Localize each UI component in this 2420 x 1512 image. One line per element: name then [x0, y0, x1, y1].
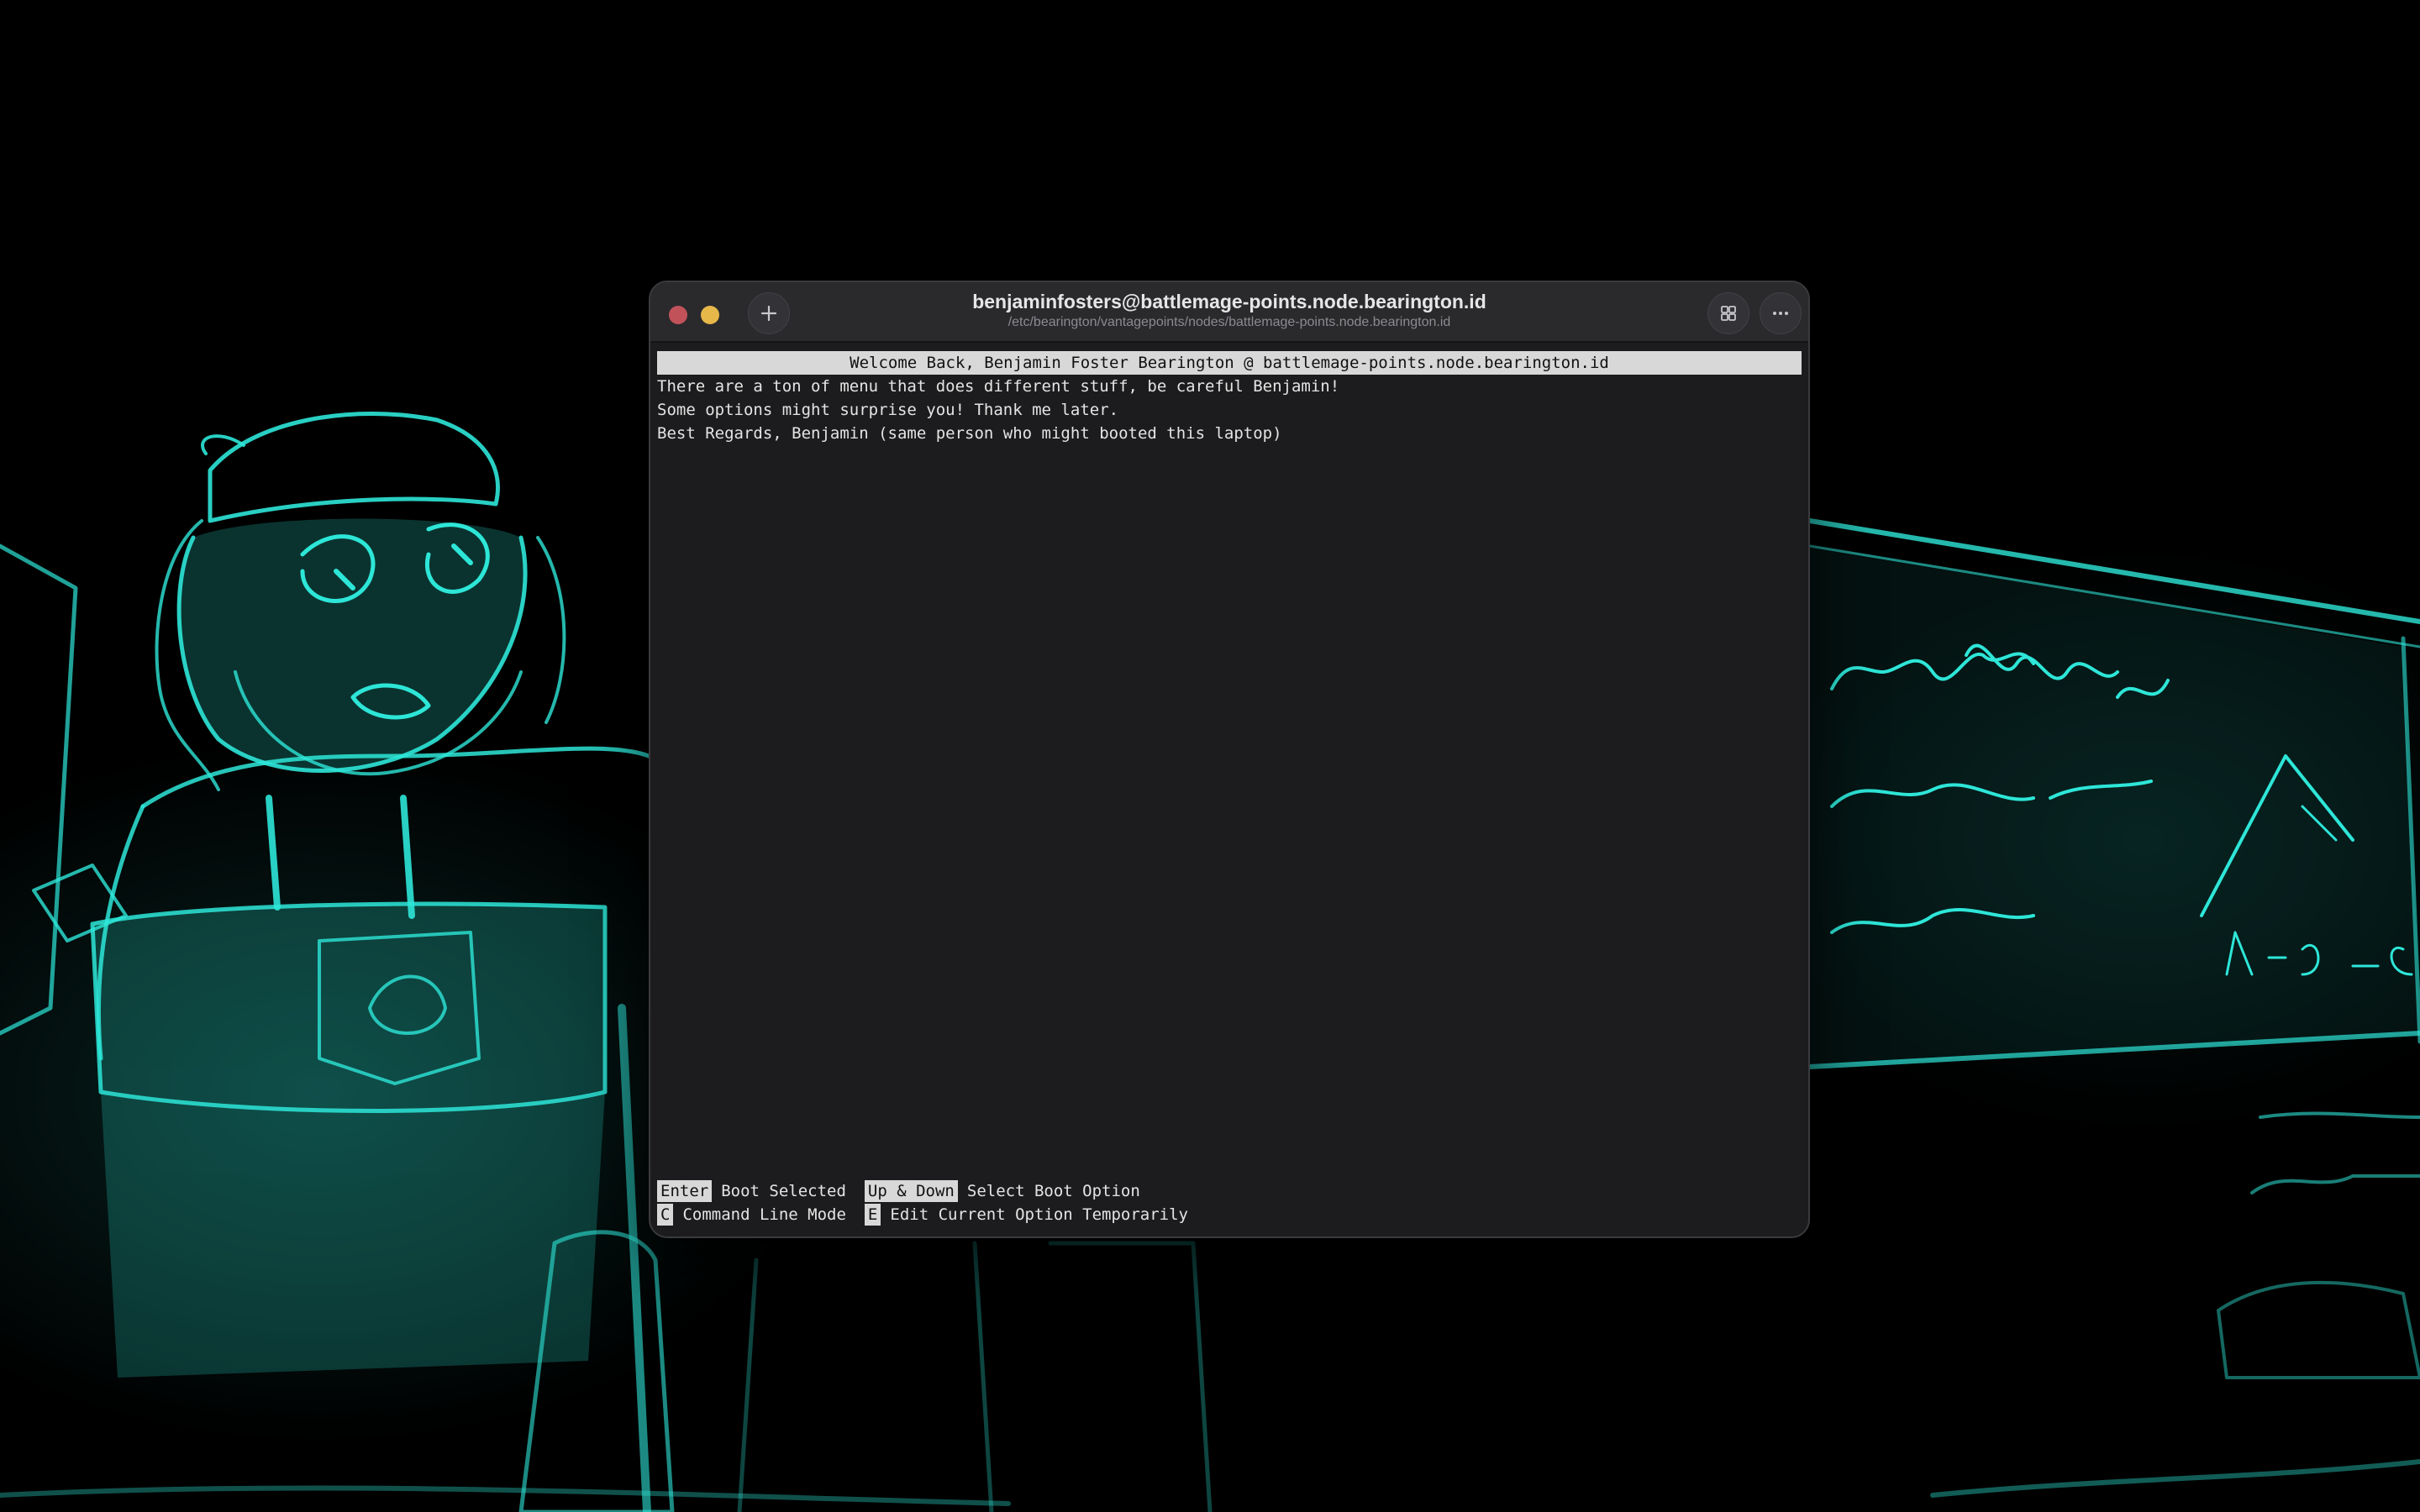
- title-bar[interactable]: benjaminfosters@battlemage-points.node.b…: [650, 282, 1808, 343]
- window-subtitle: /etc/bearington/vantagepoints/nodes/batt…: [1007, 315, 1451, 329]
- terminal-screen[interactable]: Welcome Back, Benjamin Foster Bearington…: [657, 351, 1802, 1236]
- key-hint-row: Enter Boot Selected Up & Down Select Boo…: [657, 1179, 1188, 1203]
- hint-edit-option: Edit Current Option Temporarily: [890, 1205, 1188, 1224]
- window-title: benjaminfosters@battlemage-points.node.b…: [972, 291, 1486, 312]
- minimize-window-button[interactable]: [701, 306, 719, 324]
- hint-boot-selected: Boot Selected: [721, 1182, 846, 1200]
- close-window-button[interactable]: [669, 306, 687, 324]
- key-enter: Enter: [657, 1180, 713, 1202]
- message-line: Best Regards, Benjamin (same person who …: [657, 424, 1282, 443]
- hint-command-line-mode: Command Line Mode: [682, 1205, 846, 1224]
- layout-button[interactable]: [1707, 292, 1749, 334]
- boot-menu-header: Welcome Back, Benjamin Foster Bearington…: [657, 351, 1802, 375]
- key-hint-row: C Command Line Mode E Edit Current Optio…: [657, 1203, 1188, 1226]
- hint-select-boot-option: Select Boot Option: [966, 1182, 1140, 1200]
- key-hints: Enter Boot Selected Up & Down Select Boo…: [657, 1179, 1188, 1226]
- key-e: E: [864, 1204, 881, 1226]
- new-tab-button[interactable]: [748, 292, 790, 334]
- message-line: Some options might surprise you! Thank m…: [657, 401, 1119, 419]
- ellipsis-icon: [1773, 312, 1788, 315]
- key-c: C: [657, 1204, 674, 1226]
- more-options-button[interactable]: [1760, 292, 1802, 334]
- plus-icon: [760, 305, 777, 322]
- terminal-window: benjaminfosters@battlemage-points.node.b…: [649, 281, 1810, 1238]
- window-title-block: benjaminfosters@battlemage-points.node.b…: [902, 289, 1556, 331]
- grid-icon: [1721, 306, 1736, 321]
- message-line: There are a ton of menu that does differ…: [657, 377, 1340, 396]
- key-up-down: Up & Down: [864, 1180, 958, 1202]
